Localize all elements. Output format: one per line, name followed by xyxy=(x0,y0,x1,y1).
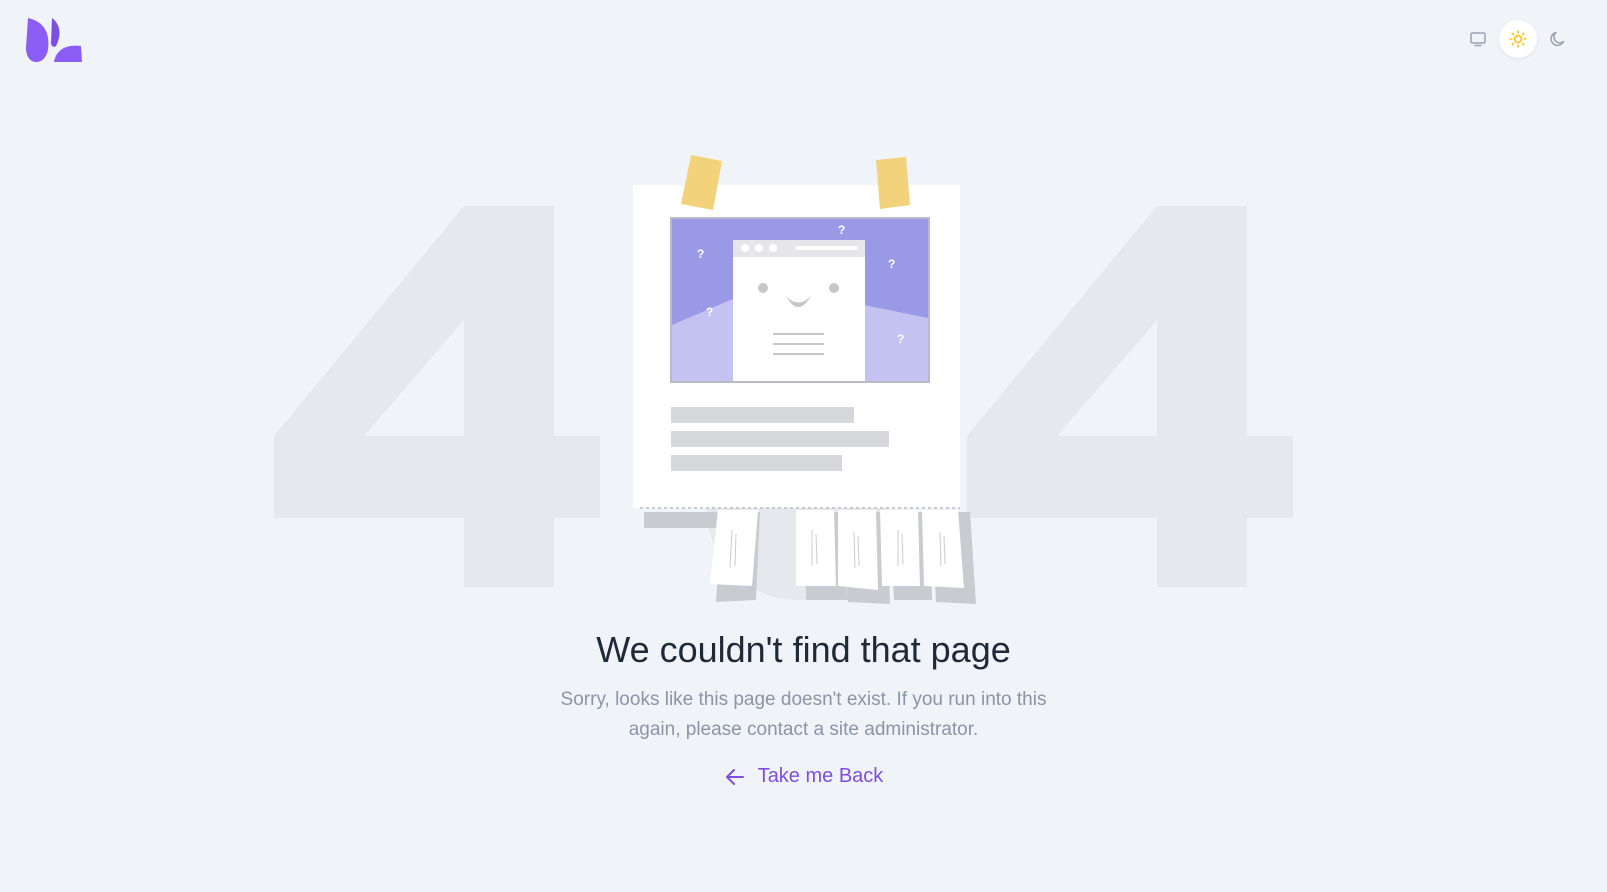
logo-icon[interactable] xyxy=(26,18,82,62)
svg-text:?: ? xyxy=(888,257,895,271)
error-content: We couldn't find that page Sorry, looks … xyxy=(0,628,1607,793)
page-title: We couldn't find that page xyxy=(596,629,1011,670)
svg-text:?: ? xyxy=(897,332,904,346)
sun-icon xyxy=(1509,30,1527,48)
background-digit-4-left xyxy=(274,206,600,587)
background-digit-4-right xyxy=(967,206,1293,587)
monitor-icon xyxy=(1470,32,1486,47)
back-link-label: Take me Back xyxy=(757,765,884,788)
theme-light-button[interactable] xyxy=(1499,20,1537,58)
theme-system-button[interactable] xyxy=(1459,20,1497,58)
svg-text:?: ? xyxy=(706,305,713,319)
svg-text:?: ? xyxy=(697,247,704,261)
torn-paper-illustration: ? ? ? ? ? xyxy=(633,155,976,604)
theme-switcher xyxy=(1458,20,1578,58)
moon-icon xyxy=(1550,31,1565,47)
error-message: Sorry, looks like this page doesn't exis… xyxy=(560,689,1047,741)
back-link[interactable]: Take me Back xyxy=(724,765,884,788)
theme-dark-button[interactable] xyxy=(1539,20,1577,58)
svg-text:?: ? xyxy=(838,223,845,237)
arrow-left-icon xyxy=(725,768,744,785)
